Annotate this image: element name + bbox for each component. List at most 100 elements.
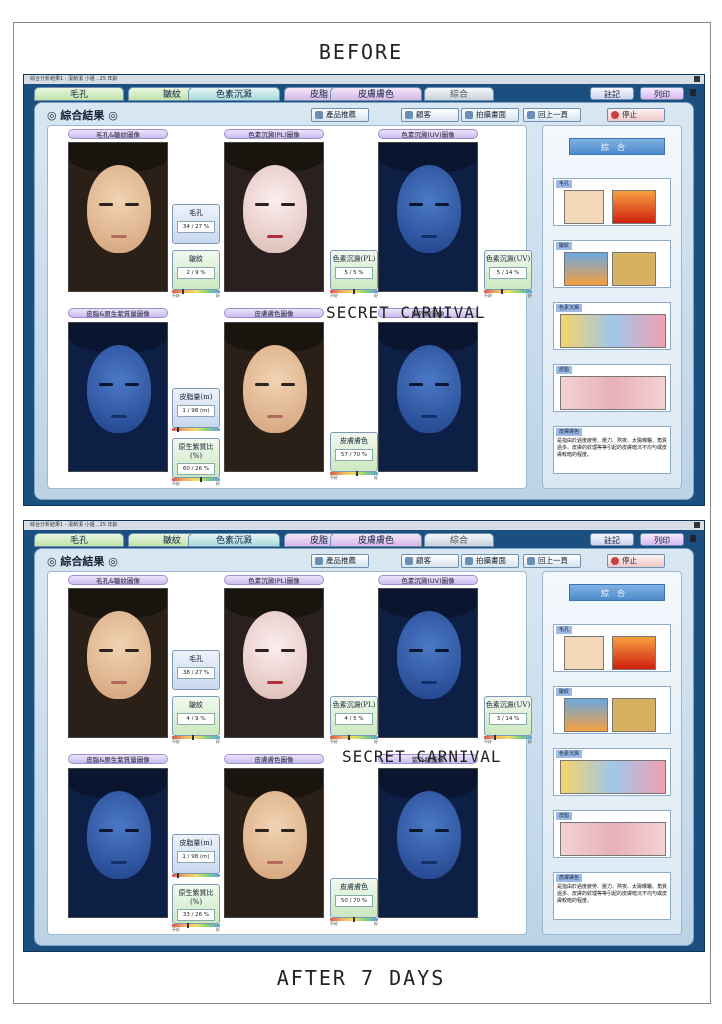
print-button[interactable]: 列印 [640,533,684,546]
back-button[interactable]: 回上一頁 [523,554,581,568]
watermark-bottom: SECRET CARNIVAL [342,747,502,766]
summary-thumb-pigment[interactable]: 色素沉澱 [553,748,671,796]
tab-pore[interactable]: 毛孔 [34,87,124,101]
face-image-pore[interactable] [68,142,168,292]
after-screenshot: 綜合分析結果1 - 潔新潔 小姐 , 25 年齡 毛孔 皺紋 色素沉澱 皮脂 皮… [23,520,705,952]
stop-icon [611,111,619,119]
page-title: ◎ 綜合結果 ◎ [47,109,118,122]
pore-meter: 毛孔 34 / 27 % [172,204,220,244]
product-icon [315,111,323,119]
save-icon[interactable] [690,89,696,96]
tone-meter: 皮膚膚色 57 / 70 % [330,432,378,472]
before-screenshot: 綜合分析結果1 - 潔新潔 小姐 , 25 年齡 毛孔 皺紋 色素沉澱 皮脂 皮… [23,74,705,506]
scale-marker [501,289,503,294]
tab-summary[interactable]: 綜合 [424,87,494,101]
back-button[interactable]: 回上一頁 [523,108,581,122]
label-skin-tone: 皮膚膚色圖像 [224,754,324,764]
tab-summary[interactable]: 綜合 [424,533,494,547]
label-pore-wrinkle: 毛孔&皺紋圖像 [68,575,168,585]
summary-thumb-pigment[interactable]: 色素沉澱 [553,302,671,350]
skin-tone-description: 皮膚膚色 是指由於過度疲勞、壓力、熬夜、太陽曝曬、角質過多、皮膚的紋理等等引起的皮… [553,872,671,920]
porphyrin-scale: 不好好 [172,477,220,487]
scale-marker [353,917,355,922]
wrinkle-value: 4 / 9 % [177,713,215,725]
window-menu-icon[interactable] [694,76,700,82]
summary-thumb-sebum[interactable]: 皮脂 [553,810,671,858]
tab-pore[interactable]: 毛孔 [34,533,124,547]
face-image-sebum[interactable] [68,768,168,918]
skin-tone-description: 皮膚膚色 是指由於過度疲勞、壓力、熬夜、太陽曝曬、角質過多、皮膚的紋理等等引起的皮… [553,426,671,474]
wrinkle-scale: 不好好 [172,289,220,299]
summary-thumb-pore[interactable]: 毛孔 [553,178,671,226]
summary-thumb-wrinkle[interactable]: 皺紋 [553,240,671,288]
uv-meter: 色素沉澱(UV) 3 / 14 % [484,696,532,736]
label-pl: 色素沉澱(PL)圖像 [224,129,324,139]
label-uv: 色素沉澱(UV)圖像 [378,575,478,585]
face-image-skin-tone[interactable] [224,322,324,472]
label-pore-wrinkle: 毛孔&皺紋圖像 [68,129,168,139]
summary-thumb-wrinkle[interactable]: 皺紋 [553,686,671,734]
tab-skin-tone[interactable]: 皮膚膚色 [330,533,422,547]
tab-pigment[interactable]: 色素沉澱 [188,533,280,547]
label-pl: 色素沉澱(PL)圖像 [224,575,324,585]
tone-scale: 不好好 [330,917,378,927]
uv-value: 3 / 14 % [489,713,527,725]
window-title: 綜合分析結果1 - 潔新潔 小姐 , 25 年齡 [30,522,118,528]
product-icon [315,557,323,565]
summary-sidebar: 綜合 毛孔 皺紋 色素沉澱 皮脂 皮膚膚色 是指由於過度疲勞、壓力、熬夜、太陽曝曬… [542,125,682,489]
pore-meter: 毛孔 38 / 27 % [172,650,220,690]
tone-value: 50 / 70 % [335,895,373,907]
scale-marker [356,471,358,476]
pore-value: 34 / 27 % [177,221,215,233]
wrinkle-meter: 皺紋 4 / 9 % [172,696,220,736]
scale-marker [192,735,194,740]
face-image-pl[interactable] [224,142,324,292]
pl-value: 4 / 5 % [335,713,373,725]
porphyrin-meter: 原生紫質比(%) 33 / 26 % [172,884,220,924]
window-menu-icon[interactable] [694,522,700,528]
capture-button[interactable]: 拍攝畫面 [461,554,519,568]
note-button[interactable]: 註記 [590,533,634,546]
tab-pigment[interactable]: 色素沉澱 [188,87,280,101]
face-image-pl[interactable] [224,588,324,738]
porphyrin-value: 60 / 26 % [177,463,215,475]
stop-button[interactable]: 停止 [607,108,665,122]
face-image-uv-bottom[interactable] [378,322,478,472]
face-image-uv[interactable] [378,142,478,292]
wrinkle-value: 2 / 9 % [177,267,215,279]
print-button[interactable]: 列印 [640,87,684,100]
pl-value: 5 / 5 % [335,267,373,279]
uv-scale: 不好好 [484,289,532,299]
product-recommend-button[interactable]: 產品推薦 [311,554,369,568]
save-icon[interactable] [690,535,696,542]
face-image-skin-tone[interactable] [224,768,324,918]
scale-marker [494,735,496,740]
back-arrow-icon [527,557,535,565]
tab-skin-tone[interactable]: 皮膚膚色 [330,87,422,101]
note-button[interactable]: 註記 [590,87,634,100]
porphyrin-meter: 原生紫質比(%) 60 / 26 % [172,438,220,478]
porphyrin-value: 33 / 26 % [177,909,215,921]
scale-marker [353,289,355,294]
sebum-scale [172,873,220,883]
summary-title: 綜合 [569,138,665,155]
summary-thumb-pore[interactable]: 毛孔 [553,624,671,672]
face-image-uv[interactable] [378,588,478,738]
face-image-sebum[interactable] [68,322,168,472]
label-sebum-porphyrin: 皮脂&原生紫質量圖像 [68,754,168,764]
porphyrin-scale: 不好好 [172,923,220,933]
scale-marker [177,873,179,878]
camera-icon [465,111,473,119]
pl-meter: 色素沉澱(PL) 4 / 5 % [330,696,378,736]
capture-button[interactable]: 拍攝畫面 [461,108,519,122]
scale-marker [177,427,179,432]
results-panel: ◎ 綜合結果 ◎ 產品推薦 顧客 拍攝畫面 回上一頁 停止 毛孔&皺紋圖像 色素… [34,102,694,500]
summary-thumb-sebum[interactable]: 皮脂 [553,364,671,412]
stop-button[interactable]: 停止 [607,554,665,568]
product-recommend-button[interactable]: 產品推薦 [311,108,369,122]
scale-marker [182,289,184,294]
customer-button[interactable]: 顧客 [401,554,459,568]
face-image-uv-bottom[interactable] [378,768,478,918]
face-image-pore[interactable] [68,588,168,738]
customer-button[interactable]: 顧客 [401,108,459,122]
